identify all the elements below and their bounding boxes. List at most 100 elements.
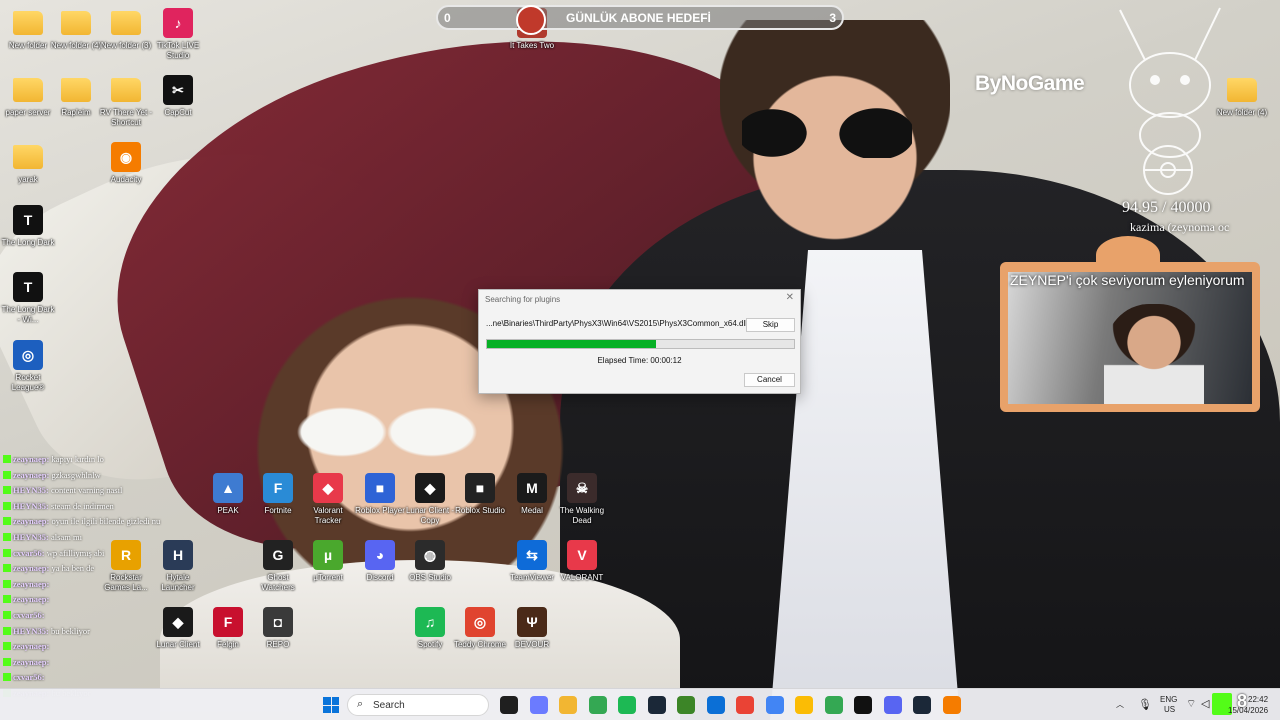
desktop-icon-label: Teddy Chrome bbox=[453, 640, 507, 649]
clock-time[interactable]: 22:42 bbox=[1248, 695, 1268, 704]
webcam-frame: ZEYNEP'i çok seviyorum eyleniyorum bbox=[1000, 236, 1260, 412]
photos-icon[interactable] bbox=[706, 696, 725, 714]
clock-date[interactable]: 15/04/2026 bbox=[1228, 706, 1268, 715]
desktop-icon[interactable]: Rapleim bbox=[48, 75, 104, 118]
goal-target: 3 bbox=[829, 11, 836, 25]
app-icon: V bbox=[567, 540, 597, 570]
chat-message: HEYN35: content varning nasıl bbox=[3, 483, 223, 499]
desktop-icon[interactable]: Ψ DEVOUR bbox=[504, 607, 560, 650]
desktop-icon[interactable]: ◕ Discord bbox=[352, 540, 408, 583]
chat-message: zeaynaep: gzkasgwhlnlw bbox=[3, 468, 223, 484]
chrome-5-icon[interactable] bbox=[824, 696, 843, 714]
desktop-icon[interactable]: yarak bbox=[0, 142, 56, 185]
desktop-icon[interactable]: ■ Roblox Player bbox=[352, 473, 408, 516]
app-icon: ♫ bbox=[415, 607, 445, 637]
desktop-icon[interactable]: ◘ REPO bbox=[250, 607, 306, 650]
chat-message: HEYN35: bu bekliyor bbox=[3, 624, 223, 640]
search-box[interactable]: ⌕ Search bbox=[347, 694, 489, 716]
tiktok-icon[interactable] bbox=[854, 696, 872, 714]
desktop-icon[interactable]: ◆ Valorant Tracker bbox=[300, 473, 356, 526]
cancel-button[interactable]: Cancel bbox=[744, 373, 795, 387]
discord-icon[interactable] bbox=[883, 696, 902, 714]
chevron-up-icon[interactable]: ︿ bbox=[1116, 699, 1124, 710]
chat-message: zeaynaep: ya ha ben de bbox=[3, 561, 223, 577]
folder-icon bbox=[111, 11, 141, 35]
streamer-video bbox=[1104, 304, 1204, 404]
folder-icon[interactable] bbox=[559, 696, 577, 714]
steam-icon[interactable] bbox=[647, 696, 666, 714]
minecraft-icon[interactable] bbox=[677, 696, 695, 714]
desktop-icon[interactable]: V VALORANT bbox=[554, 540, 610, 583]
app-icon: µ bbox=[313, 540, 343, 570]
app-icon: ◉ bbox=[111, 142, 141, 172]
goal-avatar-icon bbox=[516, 5, 546, 35]
kick-badge-icon bbox=[3, 642, 11, 651]
desktop-icon[interactable]: T The Long Dark - Wi... bbox=[0, 272, 56, 325]
desktop-icon[interactable]: M Medal bbox=[504, 473, 560, 516]
steam-2-icon[interactable] bbox=[913, 696, 931, 714]
desktop-icon[interactable]: ◎ Rocket League® bbox=[0, 340, 56, 393]
app-icon: T bbox=[13, 272, 43, 302]
spotify-icon[interactable] bbox=[618, 696, 636, 714]
desktop-icon-label: TeamViewer bbox=[510, 573, 554, 582]
skip-button[interactable]: Skip bbox=[746, 318, 795, 332]
kick-badge-icon bbox=[3, 564, 11, 573]
kick-badge-icon bbox=[3, 486, 11, 495]
chat-text: alsam mı bbox=[51, 531, 82, 542]
desktop-icon[interactable]: ♪ TikTok LIVE Studio bbox=[150, 8, 206, 61]
dialog-title: Searching for plugins bbox=[485, 295, 561, 304]
chrome-2-icon[interactable] bbox=[736, 696, 754, 714]
start-button[interactable] bbox=[323, 697, 339, 713]
webcam-feed bbox=[1008, 272, 1252, 404]
app-icon: G bbox=[263, 540, 293, 570]
desktop-icon-label: Rocket League® bbox=[11, 373, 45, 392]
desktop-icon[interactable]: T The Long Dark bbox=[0, 205, 56, 248]
desktop-icon[interactable]: ◆ Lunar Client - Copy bbox=[402, 473, 458, 526]
desktop-icon[interactable]: ☠ The Walking Dead bbox=[554, 473, 610, 526]
desktop-icon[interactable]: ◉ Audacity bbox=[98, 142, 154, 185]
file-explorer-icon[interactable] bbox=[500, 696, 518, 714]
kick-badge-icon bbox=[3, 532, 11, 541]
chat-message: zeaynaep: kapıyı kırdın lo bbox=[3, 452, 223, 468]
app-icon: ◆ bbox=[313, 473, 343, 503]
desktop-icon[interactable]: New folder (4) bbox=[48, 8, 104, 51]
language-bottom[interactable]: US bbox=[1164, 705, 1175, 714]
desktop-icon[interactable]: ⇆ TeamViewer bbox=[504, 540, 560, 583]
desktop-icon[interactable]: ◍ OBS Studio bbox=[402, 540, 458, 583]
sponsor-logo: ByNoGame bbox=[975, 72, 1085, 95]
chat-text: oyun ile ilgili bilende gizledi nu bbox=[51, 516, 161, 527]
app-icon: F bbox=[263, 473, 293, 503]
close-icon[interactable]: ✕ bbox=[786, 292, 794, 303]
desktop-icon[interactable]: ✂ CapCut bbox=[150, 75, 206, 118]
desktop-icon[interactable]: ♫ Spotify bbox=[402, 607, 458, 650]
wifi-icon[interactable]: ⌔ bbox=[1186, 697, 1196, 711]
desktop-icon[interactable]: ■ Roblox Studio bbox=[452, 473, 508, 516]
elapsed-time: Elapsed Time: 00:00:12 bbox=[597, 356, 682, 365]
folder-icon bbox=[61, 78, 91, 102]
chat-username: HEYN35: bbox=[13, 485, 49, 496]
app-icon: ◆ bbox=[415, 473, 445, 503]
desktop-icon-label: Audacity bbox=[110, 175, 142, 184]
desktop-icon[interactable]: µ µTorrent bbox=[300, 540, 356, 583]
chat-message: HEYN35: steam de indirmen bbox=[3, 499, 223, 515]
app-orange-icon[interactable] bbox=[942, 696, 961, 714]
microphone-icon[interactable]: 🎙 bbox=[1138, 698, 1152, 711]
app-icon: ◎ bbox=[465, 607, 495, 637]
folder-icon bbox=[13, 78, 43, 102]
chat-username: cxvar56: bbox=[13, 609, 45, 620]
desktop-icon[interactable]: RV There Yet - Shortcut bbox=[98, 75, 154, 128]
desktop-icon[interactable]: G Ghost Watchers bbox=[250, 540, 306, 593]
chrome-4-icon[interactable] bbox=[795, 696, 813, 714]
bear-ears-decoration bbox=[1096, 236, 1160, 274]
chrome-3-icon[interactable] bbox=[765, 696, 784, 714]
desktop-icon[interactable]: F Fortnite bbox=[250, 473, 306, 516]
language-top[interactable]: ENG bbox=[1160, 695, 1177, 704]
desktop-icon[interactable]: ◎ Teddy Chrome bbox=[452, 607, 508, 650]
chrome-icon[interactable] bbox=[588, 696, 607, 714]
chat-username: zeaynaep: bbox=[13, 594, 50, 605]
app-icon: Ψ bbox=[517, 607, 547, 637]
copilot-icon[interactable] bbox=[529, 696, 548, 714]
volume-icon[interactable]: ◁ bbox=[1201, 697, 1209, 710]
desktop-icon[interactable]: New folder (3) bbox=[98, 8, 154, 51]
desktop-icon-label: CapCut bbox=[164, 108, 192, 117]
